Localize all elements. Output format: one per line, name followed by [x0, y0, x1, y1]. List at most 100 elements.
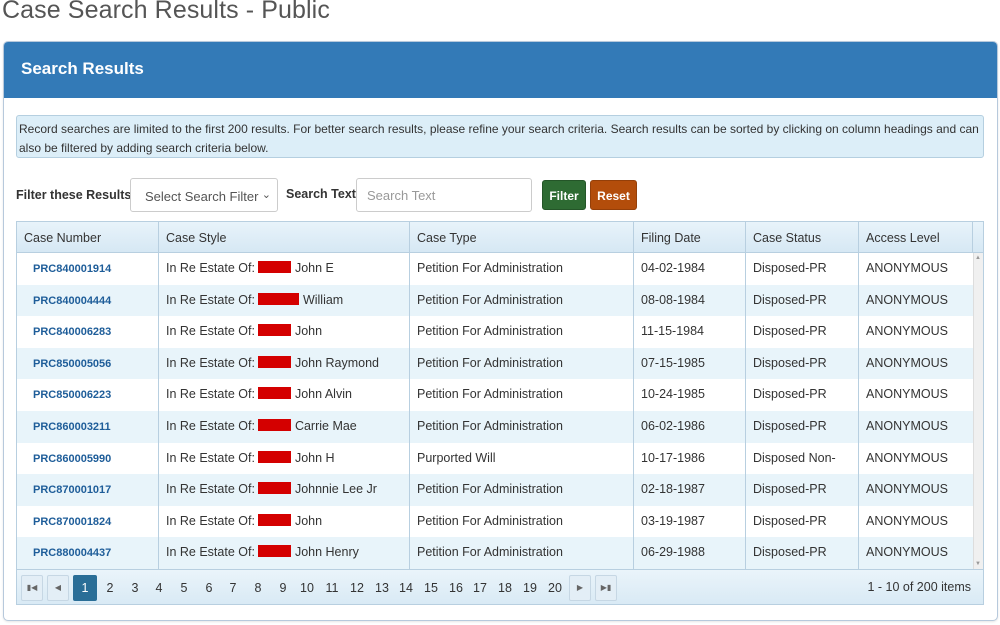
case-status-cell: Disposed-PR [746, 411, 859, 443]
redaction-block [257, 419, 291, 431]
last-page-button[interactable]: ▶▮ [595, 575, 617, 601]
case-number-link[interactable]: PRC840006283 [33, 326, 111, 338]
column-header-access-level[interactable]: Access Level [859, 222, 973, 253]
page-number-7[interactable]: 7 [221, 575, 245, 601]
reset-button[interactable]: Reset [590, 180, 637, 210]
case-number-link[interactable]: PRC840004444 [33, 295, 111, 307]
case-number-link[interactable]: PRC870001824 [33, 516, 111, 528]
page-number-9[interactable]: 9 [271, 575, 295, 601]
table-row[interactable]: PRC880004437 In Re Estate Of: John Henry Pe… [17, 537, 973, 569]
case-type-cell: Petition For Administration [410, 411, 634, 443]
case-number-link[interactable]: PRC860003211 [33, 421, 111, 433]
page-number-14[interactable]: 14 [394, 575, 418, 601]
filter-button[interactable]: Filter [542, 180, 586, 210]
access-level-cell: ANONYMOUS [866, 261, 948, 275]
case-style-cell: In Re Estate Of: Johnnie Lee Jr [159, 474, 410, 506]
filter-label: Filter these Results: [16, 188, 136, 202]
prev-page-icon: ◀ [54, 583, 62, 592]
page-number-19[interactable]: 19 [518, 575, 542, 601]
case-number-link[interactable]: PRC850006223 [33, 389, 111, 401]
redaction-block [257, 545, 291, 558]
next-page-icon: ▶ [576, 583, 584, 592]
page-number-1[interactable]: 1 [73, 575, 97, 601]
table-row[interactable]: PRC870001824 In Re Estate Of: John Petition… [17, 505, 973, 538]
scroll-up-icon[interactable]: ▲ [975, 255, 981, 261]
case-number-link[interactable]: PRC850005056 [33, 358, 111, 370]
case-style-cell: In Re Estate Of: John H [159, 442, 410, 475]
case-number-cell: PRC840004444 [17, 284, 159, 317]
vertical-scrollbar[interactable]: ▲ ▼ [973, 253, 983, 569]
page-number-13[interactable]: 13 [370, 575, 394, 601]
page-number-2[interactable]: 2 [98, 575, 122, 601]
page-number-15[interactable]: 15 [419, 575, 443, 601]
table-row[interactable]: PRC870001017 In Re Estate Of: Johnnie Lee … [17, 474, 973, 506]
page-number-6[interactable]: 6 [197, 575, 221, 601]
case-style-name: John Raymond [294, 355, 380, 370]
column-header-case-number[interactable]: Case Number [17, 222, 159, 253]
case-style-prefix: In Re Estate Of: [166, 545, 255, 560]
first-page-button[interactable]: ▮◀ [21, 575, 43, 601]
table-row[interactable]: PRC840004444 In Re Estate Of: William Petit… [17, 284, 973, 317]
search-results-panel: Search Results Record searches are limit… [3, 41, 998, 621]
page-number-12[interactable]: 12 [345, 575, 369, 601]
case-status-cell: Disposed Non-SRS [746, 442, 859, 496]
page-title: Case Search Results - Public [2, 0, 330, 24]
case-status-cell: Disposed-PR [746, 316, 859, 348]
table-row[interactable]: PRC840001914 In Re Estate Of: John E Petiti… [17, 253, 973, 285]
access-level-cell: ANONYMOUS [866, 387, 948, 402]
results-grid: Case Number Case Style Case Type Filing … [16, 221, 984, 605]
case-style-prefix: In Re Estate Of: [166, 387, 255, 402]
filing-date-cell: 04-02-1984 [634, 253, 746, 285]
page-number-18[interactable]: 18 [493, 575, 517, 601]
page-number-10[interactable]: 10 [295, 575, 319, 601]
case-status-cell: Disposed-PR [746, 347, 859, 380]
case-number-link[interactable]: PRC870001017 [33, 484, 111, 496]
redaction-block [257, 450, 291, 463]
page-number-3[interactable]: 3 [123, 575, 147, 601]
column-header-case-type[interactable]: Case Type [410, 222, 634, 253]
page-number-4[interactable]: 4 [147, 575, 171, 601]
redaction-block [257, 513, 291, 526]
search-text-input[interactable] [356, 178, 532, 212]
case-style-cell: In Re Estate Of: John Raymond [159, 347, 410, 380]
table-row[interactable]: PRC850005056 In Re Estate Of: John Raymond… [17, 347, 973, 380]
column-header-case-style[interactable]: Case Style [159, 222, 410, 253]
prev-page-button[interactable]: ◀ [47, 575, 69, 601]
case-type-cell: Petition For Administration [410, 379, 634, 411]
table-row[interactable]: PRC860005990 In Re Estate Of: John H Purpor… [17, 442, 973, 496]
panel-heading: Search Results [4, 42, 997, 98]
case-number-link[interactable]: PRC860005990 [33, 453, 111, 465]
column-header-case-status[interactable]: Case Status [746, 222, 859, 253]
page-number-20[interactable]: 20 [543, 575, 567, 601]
case-number-cell: PRC840001914 [17, 253, 159, 285]
redaction-block [257, 355, 291, 368]
case-style-cell: In Re Estate Of: John Alvin [159, 379, 410, 411]
redaction-block [257, 387, 291, 400]
access-level-cell: ANONYMOUS [866, 419, 948, 433]
case-style-name: John Alvin [294, 387, 352, 402]
column-header-filing-date[interactable]: Filing Date [634, 222, 746, 253]
page-number-5[interactable]: 5 [172, 575, 196, 601]
case-style-cell: In Re Estate Of: John [159, 505, 410, 538]
page-number-16[interactable]: 16 [444, 575, 468, 601]
info-message: Record searches are limited to the first… [16, 115, 984, 158]
table-row[interactable]: PRC840006283 In Re Estate Of: John Petition… [17, 316, 973, 348]
case-number-link[interactable]: PRC880004437 [33, 547, 111, 559]
page-number-11[interactable]: 11 [320, 575, 344, 601]
last-page-icon: ▶▮ [600, 583, 612, 592]
scroll-down-icon[interactable]: ▼ [975, 561, 981, 567]
next-page-button[interactable]: ▶ [569, 575, 591, 601]
case-number-link[interactable]: PRC840001914 [33, 263, 111, 275]
table-row[interactable]: PRC850006223 In Re Estate Of: John Alvin Pe… [17, 379, 973, 411]
search-filter-select[interactable]: Select Search Filter ⌄ [130, 178, 278, 212]
table-row[interactable]: PRC860003211 In Re Estate Of: Carrie Mae Pe… [17, 411, 973, 443]
case-style-cell: In Re Estate Of: William [159, 284, 410, 317]
pager: ▮◀ ◀ 1 2 3 4 5 6 7 8 9 10 11 12 13 14 15 16 17 18 19 20 ▶ ▶… [17, 569, 983, 604]
page-number-17[interactable]: 17 [468, 575, 492, 601]
filing-date-cell: 06-29-1988 [634, 537, 746, 569]
access-level-cell: ANONYMOUS [866, 482, 948, 497]
case-style-name: William [302, 292, 344, 307]
page-number-8[interactable]: 8 [246, 575, 270, 601]
case-style-prefix: In Re Estate Of: [166, 355, 255, 370]
filing-date-cell: 02-18-1987 [634, 474, 746, 506]
